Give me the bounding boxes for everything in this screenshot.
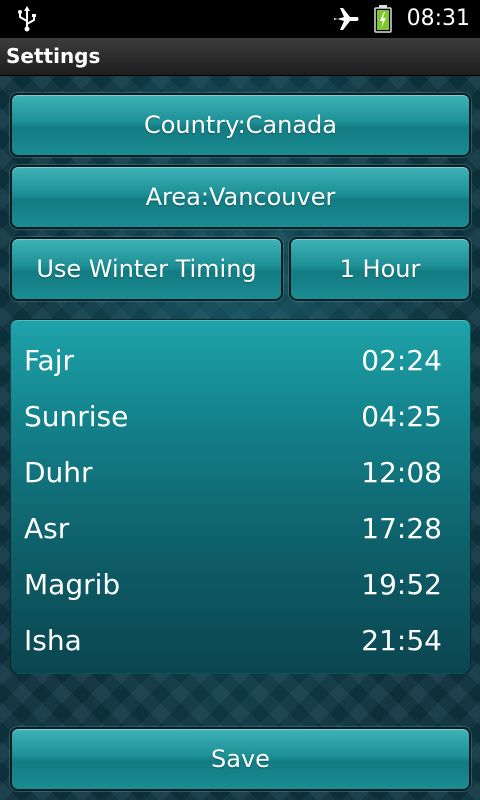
list-item: Magrib 19:52: [11, 558, 472, 614]
prayer-name: Fajr: [24, 344, 74, 377]
prayer-time: 12:08: [361, 456, 442, 489]
usb-icon: [18, 6, 36, 32]
prayer-times-panel: Fajr 02:24 Sunrise 04:25 Duhr 12:08 Asr …: [10, 319, 471, 674]
list-item: Sunrise 04:25: [11, 390, 472, 446]
list-item: Asr 17:28: [11, 502, 472, 558]
winter-timing-button[interactable]: Use Winter Timing: [10, 237, 283, 301]
prayer-time: 21:54: [361, 624, 442, 657]
prayer-time: 19:52: [361, 568, 442, 601]
title-bar: Settings: [0, 38, 480, 76]
list-item: Duhr 12:08: [11, 446, 472, 502]
save-button[interactable]: Save: [10, 727, 471, 791]
prayer-time: 17:28: [361, 512, 442, 545]
prayer-name: Sunrise: [24, 400, 129, 433]
list-item: Isha 21:54: [11, 614, 472, 670]
prayer-time: 02:24: [361, 344, 442, 377]
prayer-name: Isha: [24, 624, 82, 657]
battery-charging-icon: [374, 5, 392, 33]
prayer-name: Duhr: [24, 456, 93, 489]
prayer-name: Asr: [24, 512, 70, 545]
prayer-name: Magrib: [24, 568, 121, 601]
airplane-mode-icon: [334, 8, 359, 30]
hour-offset-button[interactable]: 1 Hour: [289, 237, 471, 301]
country-button[interactable]: Country:Canada: [10, 93, 471, 157]
list-item: Fajr 02:24: [11, 334, 472, 390]
prayer-time: 04:25: [361, 400, 442, 433]
page-title: Settings: [6, 44, 101, 68]
status-time: 08:31: [406, 6, 470, 31]
area-button[interactable]: Area:Vancouver: [10, 165, 471, 229]
status-bar: 08:31: [0, 0, 480, 38]
